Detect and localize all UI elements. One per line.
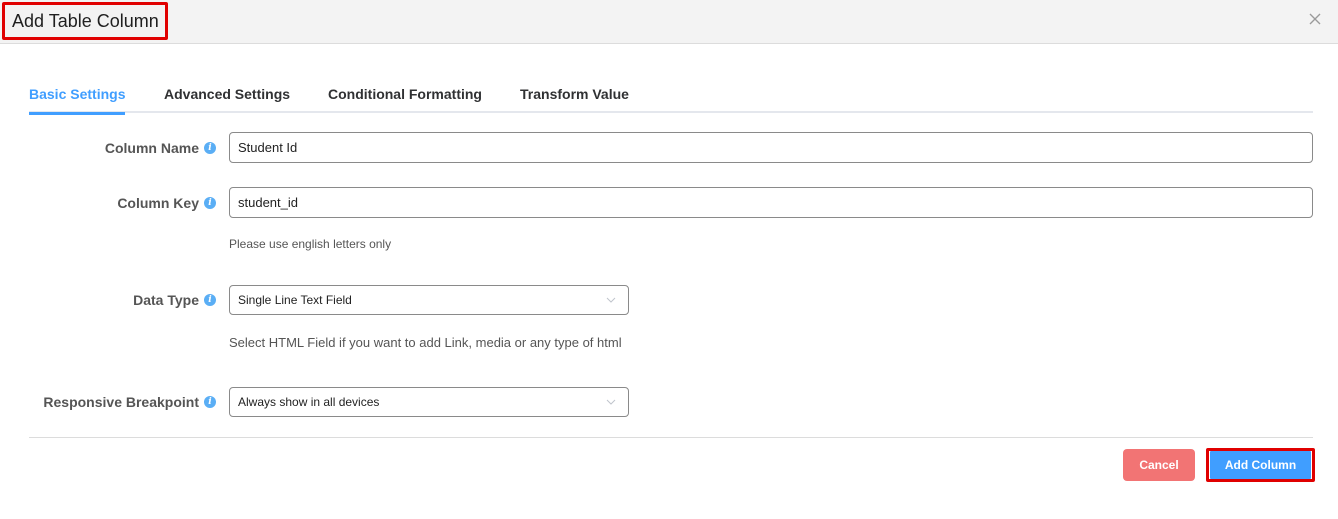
add-column-highlight: Add Column xyxy=(1206,448,1315,482)
data-type-select[interactable]: Single Line Text Field xyxy=(229,285,629,315)
data-type-help-text: Select HTML Field if you want to add Lin… xyxy=(229,335,622,350)
column-key-help-text: Please use english letters only xyxy=(229,237,392,251)
add-column-button[interactable]: Add Column xyxy=(1210,451,1311,479)
info-icon[interactable]: i xyxy=(204,294,216,306)
close-button[interactable] xyxy=(1306,10,1324,28)
responsive-breakpoint-label: Responsive Breakpoint i xyxy=(43,394,216,410)
tab-transform-value[interactable]: Transform Value xyxy=(520,86,629,113)
column-name-input[interactable]: Student Id xyxy=(229,132,1313,163)
data-type-label: Data Type i xyxy=(133,292,216,308)
dialog-header: Add Table Column xyxy=(0,0,1338,44)
responsive-breakpoint-select[interactable]: Always show in all devices xyxy=(229,387,629,417)
info-icon[interactable]: i xyxy=(204,396,216,408)
column-name-label: Column Name i xyxy=(105,140,216,156)
footer-divider xyxy=(29,437,1313,438)
cancel-button[interactable]: Cancel xyxy=(1123,449,1195,481)
info-icon[interactable]: i xyxy=(204,142,216,154)
chevron-down-icon xyxy=(606,399,616,405)
column-key-label: Column Key i xyxy=(117,195,216,211)
column-key-input[interactable]: student_id xyxy=(229,187,1313,218)
info-icon[interactable]: i xyxy=(204,197,216,209)
dialog-title: Add Table Column xyxy=(2,2,168,40)
settings-tabs: Basic Settings Advanced Settings Conditi… xyxy=(29,80,1313,115)
close-icon xyxy=(1309,13,1321,25)
tab-conditional-formatting[interactable]: Conditional Formatting xyxy=(328,86,482,113)
tab-advanced-settings[interactable]: Advanced Settings xyxy=(164,86,290,113)
tab-basic-settings[interactable]: Basic Settings xyxy=(29,86,126,115)
chevron-down-icon xyxy=(606,297,616,303)
